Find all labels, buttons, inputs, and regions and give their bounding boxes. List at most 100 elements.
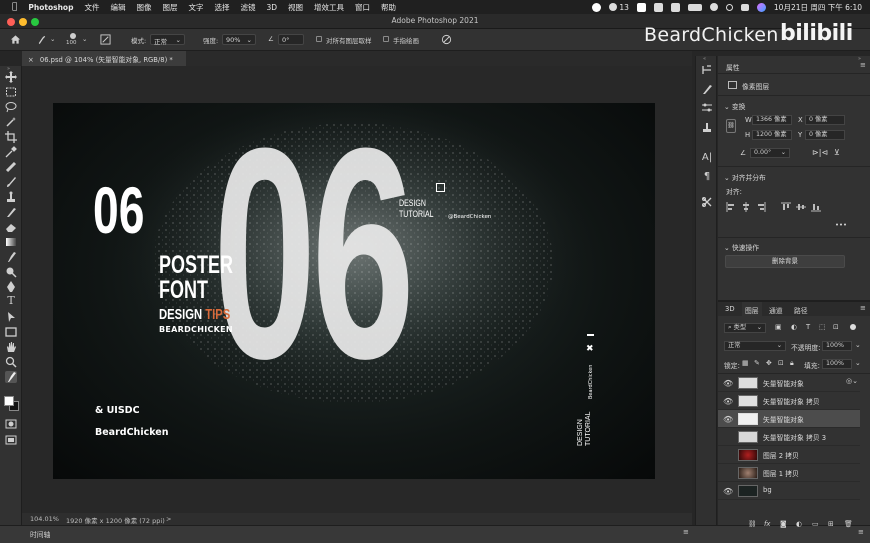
angle-input[interactable]: 0° <box>278 34 304 45</box>
align-middle-v-icon[interactable] <box>796 202 806 212</box>
menu-view[interactable]: 视图 <box>288 2 303 13</box>
tab-layers[interactable]: 图层 <box>742 302 762 316</box>
layer-visibility-eye-icon[interactable]: 👁︎ <box>723 397 733 406</box>
adjustments-panel-icon[interactable] <box>701 102 713 114</box>
character-panel-icon[interactable]: A| <box>701 152 713 164</box>
layers-menu-icon[interactable]: ≡ <box>860 304 866 312</box>
properties-menu-icon[interactable]: ≡ <box>860 61 866 69</box>
path-selection-tool-icon[interactable] <box>5 311 17 323</box>
smudge-tool-preset-icon[interactable] <box>36 34 47 45</box>
more-options-button[interactable]: ••• <box>835 221 847 229</box>
tab-paths[interactable]: 路径 <box>794 305 808 315</box>
mask-icon[interactable]: ◙ <box>780 520 787 528</box>
layer-row-selected[interactable]: 👁︎ 矢量智能对象 <box>718 410 860 428</box>
crop-tool-icon[interactable] <box>5 131 17 143</box>
chevron-down-icon[interactable]: ⌄ <box>82 35 87 43</box>
quick-actions-header[interactable]: ⌄ 快速操作 <box>724 242 759 252</box>
brush-tool-icon[interactable] <box>5 176 17 188</box>
y-input[interactable]: 0 像素 <box>805 130 845 140</box>
layer-row[interactable]: 👁︎ 图层 2 拷贝 <box>718 446 860 464</box>
magic-wand-tool-icon[interactable] <box>5 116 17 128</box>
close-tab-icon[interactable]: × <box>28 56 34 64</box>
menu-image[interactable]: 图像 <box>136 2 151 13</box>
filter-smart-object-icon[interactable]: ⊡ <box>833 323 839 331</box>
clone-source-panel-icon[interactable] <box>701 121 713 133</box>
lock-pixels-icon[interactable]: ✎ <box>754 359 760 367</box>
active-smudge-tool-icon[interactable] <box>5 371 17 383</box>
paragraph-panel-icon[interactable]: ¶ <box>701 171 713 183</box>
mode-select[interactable]: 正常 ⌄ <box>150 34 185 46</box>
menu-edit[interactable]: 编辑 <box>110 2 125 13</box>
menu-filter[interactable]: 滤镜 <box>240 2 255 13</box>
battery-icon[interactable] <box>687 3 702 11</box>
layer-visibility-toggle[interactable]: 👁︎ <box>723 451 733 460</box>
quick-mask-icon[interactable] <box>5 418 17 430</box>
apple-icon[interactable]:  <box>12 2 17 12</box>
app-status-icon[interactable] <box>636 2 646 12</box>
brush-settings-icon[interactable] <box>100 34 111 45</box>
filter-shape-icon[interactable]: ⬚ <box>819 323 825 331</box>
move-tool-icon[interactable] <box>5 71 17 83</box>
menu-select[interactable]: 选择 <box>214 2 229 13</box>
layer-row[interactable]: 👁︎ 矢量智能对象 拷贝 3 <box>718 428 860 446</box>
adjustment-icon[interactable]: ◐ <box>796 520 802 528</box>
menu-plugins[interactable]: 增效工具 <box>314 2 344 13</box>
menu-type[interactable]: 文字 <box>188 2 203 13</box>
color-swatches[interactable] <box>3 388 19 412</box>
align-bottom-icon[interactable] <box>811 202 821 212</box>
menubar-clock[interactable]: 10月21日 周四 下午 6:10 <box>774 2 862 13</box>
zoom-tool-icon[interactable] <box>5 356 17 368</box>
strip-collapse-icon[interactable]: « <box>703 56 706 62</box>
flip-horizontal-icon[interactable]: ⊳|⊲ <box>812 148 828 157</box>
layer-visibility-eye-icon[interactable]: 👁︎ <box>723 415 733 424</box>
home-icon[interactable] <box>10 34 21 45</box>
status-menu-arrow[interactable]: > <box>166 515 171 523</box>
pressure-brush-icon[interactable] <box>441 34 452 45</box>
timeline-tab[interactable]: 时间轴 <box>30 529 50 539</box>
marquee-tool-icon[interactable] <box>5 86 17 98</box>
fill-input[interactable]: 100% <box>822 359 852 369</box>
menu-3d[interactable]: 3D <box>266 3 277 12</box>
gradient-tool-icon[interactable] <box>5 236 17 248</box>
record-icon[interactable] <box>592 2 602 12</box>
menu-layer[interactable]: 图层 <box>162 2 177 13</box>
hand-tool-icon[interactable] <box>5 341 17 353</box>
search-icon[interactable] <box>725 3 733 11</box>
tools-preset-panel-icon[interactable] <box>701 196 713 208</box>
blend-mode-select[interactable]: 正常 ⌄ <box>724 341 786 351</box>
dodge-tool-icon[interactable] <box>5 266 17 278</box>
menu-window[interactable]: 窗口 <box>355 2 370 13</box>
fx-icon[interactable]: fx <box>764 520 770 528</box>
chevron-down-icon[interactable]: ⌄ <box>50 35 55 43</box>
type-tool-icon[interactable]: T <box>5 294 17 307</box>
lock-all-icon[interactable]: 🔒︎ <box>790 359 794 368</box>
fill-chevron-icon[interactable]: ⌄ <box>855 359 861 367</box>
x-input[interactable]: 0 像素 <box>805 115 845 125</box>
height-input[interactable]: 1200 像素 <box>752 130 792 140</box>
layer-visibility-eye-icon[interactable]: 👁︎ <box>723 379 733 388</box>
lock-position-icon[interactable]: ✥ <box>766 359 772 367</box>
align-right-icon[interactable] <box>756 202 766 212</box>
tab-channels[interactable]: 通道 <box>769 305 783 315</box>
input-method-icon[interactable] <box>670 2 680 12</box>
align-distribute-header[interactable]: ⌄ 对齐并分布 <box>724 172 766 182</box>
finger-painting-checkbox[interactable] <box>383 36 389 42</box>
foreground-color-swatch[interactable] <box>4 396 14 406</box>
lock-artboard-icon[interactable]: ⊡ <box>778 359 784 367</box>
filter-toggle-icon[interactable] <box>850 324 856 330</box>
eyedropper-tool-icon[interactable] <box>5 146 17 158</box>
zoom-level[interactable]: 104.01% <box>30 515 59 523</box>
control-icon[interactable] <box>653 2 663 12</box>
brush-preset-picker[interactable]: 100 <box>66 32 80 46</box>
screen-mode-icon[interactable] <box>5 434 17 446</box>
timeline-menu-icon[interactable]: ≡ <box>683 528 689 536</box>
opacity-chevron-icon[interactable]: ⌄ <box>855 341 861 349</box>
document-canvas[interactable]: 06 06 POSTER FONT DESIGN TIPS BEARDCHICK… <box>53 103 655 479</box>
smudge-tool-icon[interactable] <box>5 251 17 263</box>
width-input[interactable]: 1366 像素 <box>752 115 792 125</box>
properties-header[interactable]: 属性 <box>726 62 740 72</box>
notification-icon[interactable]: 13 <box>609 3 629 12</box>
layer-kind-filter[interactable]: ⌕ 类型 ⌄ <box>724 323 766 333</box>
lock-transparent-icon[interactable]: ▦ <box>742 359 748 367</box>
trash-icon[interactable]: 🗑︎ <box>844 520 853 528</box>
